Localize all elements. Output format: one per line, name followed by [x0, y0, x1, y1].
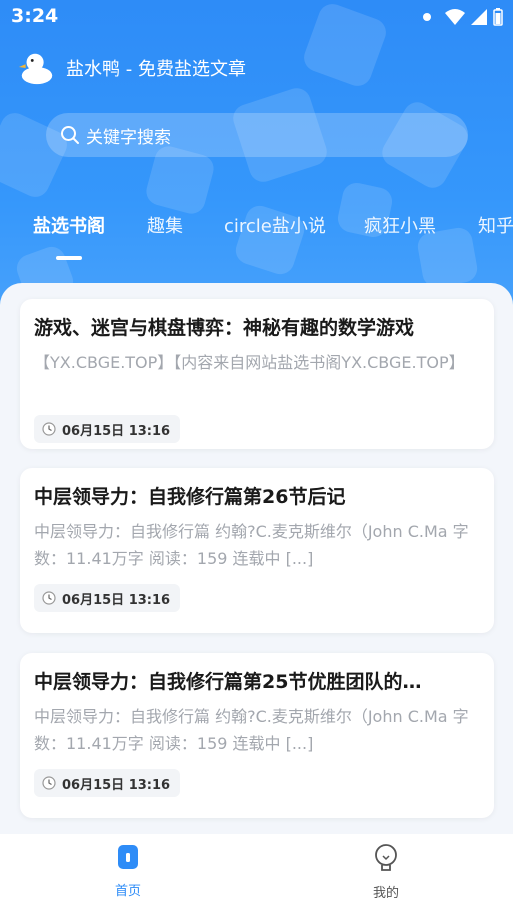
- app-title: 盐水鸭 - 免费盐选文章: [66, 59, 246, 80]
- article-title: 游戏、迷宫与棋盘博弈：神秘有趣的数学游戏: [34, 317, 415, 339]
- settings-dot-icon: [423, 13, 431, 21]
- search-icon: [61, 126, 79, 144]
- tab-yanxuan-shuge[interactable]: 盐选书阁: [33, 212, 105, 238]
- article-date: 06月15日 13:16: [62, 777, 171, 793]
- tab-quji[interactable]: 趣集: [147, 212, 183, 238]
- battery-icon: [493, 8, 503, 26]
- article-desc: 中层领导力：自我修行篇 约翰?C.麦克斯维尔（John C.Ma 字数：11.4…: [34, 707, 469, 753]
- lightbulb-icon: [375, 844, 397, 871]
- article-title: 中层领导力：自我修行篇第26节后记: [34, 486, 346, 508]
- nav-home-label: 首页: [114, 884, 141, 899]
- search-placeholder: 关键字搜索: [86, 127, 171, 148]
- duck-logo-icon: [18, 53, 53, 85]
- article-desc: 【YX.CBGE.TOP】【内容来自网站盐选书阁YX.CBGE.TOP】: [34, 353, 465, 372]
- article-desc: 中层领导力：自我修行篇 约翰?C.麦克斯维尔（John C.Ma 字数：11.4…: [34, 522, 469, 568]
- nav-profile[interactable]: 我的: [326, 844, 446, 901]
- article-card[interactable]: 中层领导力：自我修行篇第26节后记 中层领导力：自我修行篇 约翰?C.麦克斯维尔…: [20, 468, 494, 633]
- home-icon: [118, 845, 138, 869]
- nav-profile-label: 我的: [372, 886, 399, 901]
- search-bar[interactable]: 关键字搜索: [46, 113, 468, 157]
- tab-indicator: [56, 256, 82, 260]
- tab-circle[interactable]: circle盐小说: [224, 212, 326, 238]
- tab-zhihu[interactable]: 知乎: [478, 212, 513, 238]
- nav-home[interactable]: 首页: [68, 844, 188, 899]
- clock-icon: [42, 422, 56, 436]
- status-bar: 3:24: [0, 0, 513, 34]
- article-title: 中层领导力：自我修行篇第25节优胜团队的…: [34, 671, 422, 693]
- bottom-nav: 首页 我的: [0, 834, 513, 912]
- article-list: 游戏、迷宫与棋盘博弈：神秘有趣的数学游戏 【YX.CBGE.TOP】【内容来自网…: [0, 283, 513, 843]
- wifi-icon: [445, 9, 465, 25]
- article-card[interactable]: 游戏、迷宫与棋盘博弈：神秘有趣的数学游戏 【YX.CBGE.TOP】【内容来自网…: [20, 299, 494, 449]
- tab-fengkuang-xiaohei[interactable]: 疯狂小黑: [364, 212, 436, 238]
- date-badge: 06月15日 13:16: [34, 584, 181, 612]
- article-card[interactable]: 中层领导力：自我修行篇第25节优胜团队的… 中层领导力：自我修行篇 约翰?C.麦…: [20, 653, 494, 818]
- article-date: 06月15日 13:16: [62, 592, 171, 608]
- status-time: 3:24: [11, 5, 59, 27]
- date-badge: 06月15日 13:16: [34, 415, 181, 443]
- date-badge: 06月15日 13:16: [34, 769, 181, 797]
- signal-icon: [471, 9, 487, 25]
- article-date: 06月15日 13:16: [62, 423, 171, 439]
- clock-icon: [42, 776, 56, 790]
- app-header: 盐水鸭 - 免费盐选文章: [18, 48, 246, 88]
- clock-icon: [42, 591, 56, 605]
- category-tabs: 盐选书阁 趣集 circle盐小说 疯狂小黑 知乎: [0, 212, 513, 252]
